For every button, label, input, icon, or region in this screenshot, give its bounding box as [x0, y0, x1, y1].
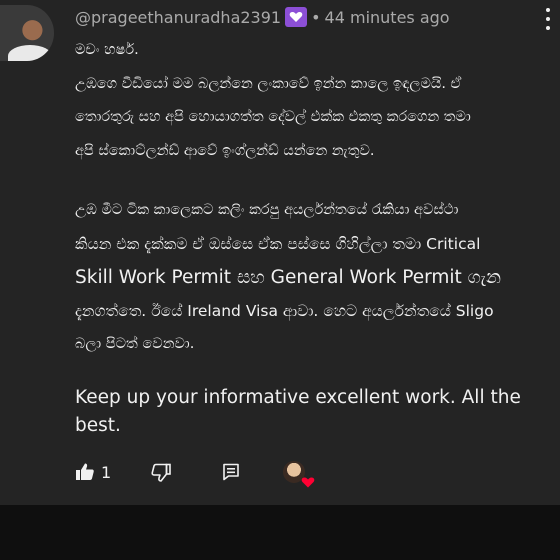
comment-body: මචං හර්ෂ. උඹගෙ වීඩියෝ මම බලන්නෙ ලංකාවේ ඉ… [75, 34, 553, 362]
comment-line: උඹගෙ වීඩියෝ මම බලන්නෙ ලංකාවේ ඉන්න කාලෙ ඉ… [75, 75, 462, 92]
comment-line: අපි ස්කොට්ලන්ඩ් ආවේ ඉංග්ලන්ඩ් යන්නෙ නැතු… [75, 142, 375, 159]
reply-comment-icon [223, 463, 239, 481]
like-button[interactable]: 1 [75, 462, 151, 482]
more-vertical-icon[interactable] [542, 6, 554, 32]
separator-dot: • [311, 7, 321, 27]
comment-line: දැනගත්තෙ. ඊයේ Ireland Visa ආවා. හෙට අයර්… [75, 301, 494, 320]
comment-line: මචං හර්ෂ. [75, 42, 139, 58]
reply-button[interactable] [221, 462, 241, 482]
comment-card: @prageethanuradha2391 • 44 minutes ago ම… [0, 0, 560, 505]
bottom-area [0, 505, 560, 560]
avatar[interactable] [0, 5, 54, 61]
comment-line: බලා පිටත් වෙනවා. [75, 336, 195, 352]
comment-line: උඹ මීට ටික කාලෙකට කලිං කරපු අයර්ලන්තයේ ර… [75, 202, 459, 218]
heart-icon [301, 477, 315, 488]
comment-line: කියන එක දැක්කම ඒ ඔස්සෙ ඒක පස්සෙ ගිහිල්ලා… [75, 234, 481, 253]
comment-line: Skill Work Permit සහ General Work Permit… [75, 267, 502, 288]
comment-header: @prageethanuradha2391 • 44 minutes ago [75, 6, 450, 28]
comment-line: තොරතුරු සහ අපි හොයාගත්ත දේවල් එක්ක එකතු … [75, 109, 471, 125]
creator-heart-icon [283, 459, 315, 488]
thumbs-up-icon [76, 463, 94, 480]
comment-closing: Keep up your informative excellent work.… [75, 387, 521, 436]
dislike-button[interactable] [151, 462, 171, 482]
comment-actions: 1 [75, 458, 315, 488]
thumbs-down-icon [151, 463, 171, 482]
comment-timestamp[interactable]: 44 minutes ago [325, 8, 450, 27]
member-heart-badge-icon [285, 7, 308, 27]
author-name[interactable]: @prageethanuradha2391 [75, 8, 281, 27]
like-count: 1 [101, 462, 112, 482]
